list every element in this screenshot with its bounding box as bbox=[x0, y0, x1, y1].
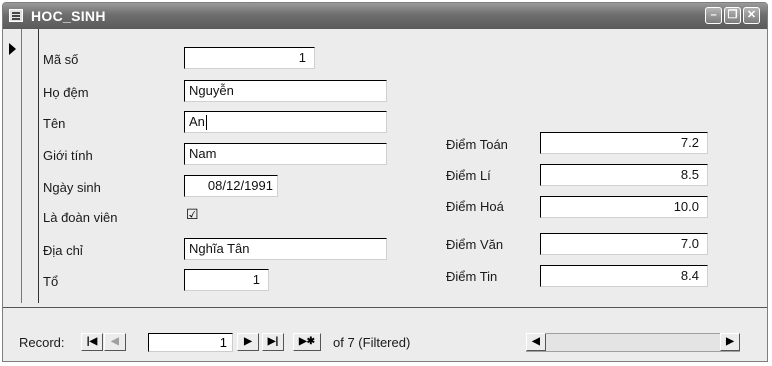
ma-so-field[interactable]: 1 bbox=[184, 47, 315, 69]
to-label: Tổ bbox=[43, 274, 59, 289]
gioi-tinh-field[interactable]: Nam bbox=[184, 143, 387, 165]
scroll-right-icon[interactable]: ▶ bbox=[720, 333, 740, 351]
ngay-sinh-label: Ngày sinh bbox=[43, 180, 101, 195]
record-label: Record: bbox=[19, 335, 65, 350]
to-field[interactable]: 1 bbox=[184, 269, 269, 291]
diem-toan-field[interactable]: 7.2 bbox=[540, 132, 708, 154]
form-window: HOC_SINH – ❐ ✕ Mã số 1 Họ đệm Nguyễn Tên… bbox=[2, 2, 768, 362]
first-record-button[interactable]: |◀ bbox=[81, 333, 103, 351]
diem-van-label: Điểm Văn bbox=[446, 237, 504, 252]
close-icon[interactable]: ✕ bbox=[743, 7, 760, 24]
gioi-tinh-label: Giới tính bbox=[43, 148, 93, 163]
doan-vien-checkbox[interactable]: ☑ bbox=[186, 207, 200, 221]
dia-chi-field[interactable]: Nghĩa Tân bbox=[184, 238, 387, 260]
ten-field[interactable]: An bbox=[184, 111, 387, 133]
record-number-input[interactable]: 1 bbox=[148, 333, 233, 352]
previous-record-button[interactable]: ◀ bbox=[104, 333, 126, 351]
diem-li-field[interactable]: 8.5 bbox=[540, 164, 708, 186]
divider-line bbox=[38, 29, 39, 303]
form-footer-separator bbox=[3, 307, 767, 308]
window-title: HOC_SINH bbox=[31, 8, 106, 24]
scroll-left-icon[interactable]: ◀ bbox=[526, 333, 546, 351]
form-icon bbox=[9, 9, 23, 22]
diem-hoa-field[interactable]: 10.0 bbox=[540, 196, 708, 218]
last-record-button[interactable]: ▶| bbox=[262, 333, 284, 351]
next-record-button[interactable]: ▶ bbox=[237, 333, 259, 351]
diem-li-label: Điểm Lí bbox=[446, 168, 491, 183]
minimize-icon[interactable]: – bbox=[705, 7, 722, 24]
ma-so-label: Mã số bbox=[43, 52, 79, 67]
diem-van-field[interactable]: 7.0 bbox=[540, 233, 708, 255]
diem-toan-label: Điểm Toán bbox=[446, 137, 508, 152]
text-cursor bbox=[205, 115, 207, 131]
record-selector[interactable] bbox=[3, 29, 22, 303]
diem-hoa-label: Điểm Hoá bbox=[446, 199, 504, 214]
new-record-button[interactable]: ▶✱ bbox=[293, 333, 321, 351]
restore-icon[interactable]: ❐ bbox=[724, 7, 741, 24]
current-record-arrow-icon bbox=[9, 43, 16, 55]
ho-dem-label: Họ đệm bbox=[43, 85, 89, 100]
record-count-text: of 7 (Filtered) bbox=[333, 335, 411, 350]
diem-tin-label: Điểm Tin bbox=[446, 269, 498, 284]
record-navigation-bar: Record: |◀ ◀ 1 ▶ ▶| ▶✱ of 7 (Filtered) ◀… bbox=[3, 325, 767, 355]
title-bar[interactable]: HOC_SINH – ❐ ✕ bbox=[3, 3, 767, 29]
ten-value: An bbox=[189, 114, 205, 129]
ten-label: Tên bbox=[43, 116, 66, 131]
ho-dem-field[interactable]: Nguyễn bbox=[184, 80, 387, 102]
ngay-sinh-field[interactable]: 08/12/1991 bbox=[184, 175, 278, 197]
diem-tin-field[interactable]: 8.4 bbox=[540, 265, 708, 287]
horizontal-scrollbar[interactable] bbox=[526, 333, 740, 352]
doan-vien-label: Là đoàn viên bbox=[43, 210, 118, 225]
dia-chi-label: Địa chỉ bbox=[43, 243, 83, 258]
